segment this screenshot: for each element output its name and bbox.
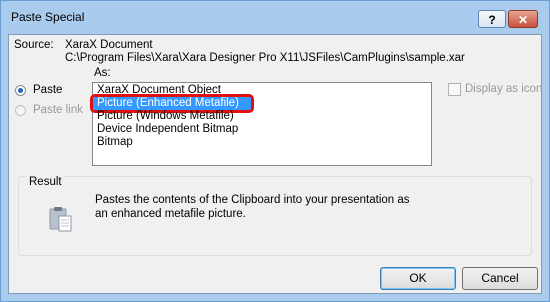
display-as-icon-checkbox[interactable] <box>448 83 461 96</box>
paste-link-radio-label[interactable]: Paste link <box>33 104 83 116</box>
clipboard-paste-icon <box>49 207 72 232</box>
result-group: Result Pastes the contents of the Clipbo… <box>18 176 532 256</box>
paste-link-radio[interactable] <box>15 105 26 116</box>
source-path: C:\Program Files\Xara\Xara Designer Pro … <box>65 52 465 64</box>
result-text-line-1: Pastes the contents of the Clipboard int… <box>95 194 410 206</box>
format-item-xarax-document-object[interactable]: XaraX Document Object <box>93 84 431 97</box>
source-label: Source: <box>14 39 54 51</box>
display-as-icon-label[interactable]: Display as icon <box>465 83 542 95</box>
paste-radio-label[interactable]: Paste <box>33 84 62 96</box>
ok-button[interactable]: OK <box>380 267 456 290</box>
format-item-picture-enhanced-metafile[interactable]: Picture (Enhanced Metafile) <box>90 94 254 113</box>
cancel-button[interactable]: Cancel <box>462 267 538 290</box>
as-label: As: <box>94 67 111 79</box>
paste-special-dialog: Paste Special ? ✕ Source: XaraX Document… <box>0 0 550 302</box>
help-button[interactable]: ? <box>478 10 506 28</box>
format-item-bitmap[interactable]: Bitmap <box>93 136 431 149</box>
title-bar[interactable]: Paste Special ? ✕ <box>1 1 549 34</box>
source-name: XaraX Document <box>65 39 153 51</box>
format-listbox[interactable]: XaraX Document Object Picture (Enhanced … <box>90 82 432 166</box>
format-item-device-independent-bitmap[interactable]: Device Independent Bitmap <box>93 123 431 136</box>
result-title: Result <box>27 176 64 188</box>
format-item-picture-windows-metafile[interactable]: Picture (Windows Metafile) <box>93 110 431 123</box>
paste-radio[interactable] <box>15 85 26 96</box>
close-button[interactable]: ✕ <box>508 10 538 28</box>
dialog-body: Source: XaraX Document C:\Program Files\… <box>8 34 542 294</box>
result-text-line-2: an enhanced metafile picture. <box>95 208 246 220</box>
dialog-title: Paste Special <box>11 10 85 24</box>
